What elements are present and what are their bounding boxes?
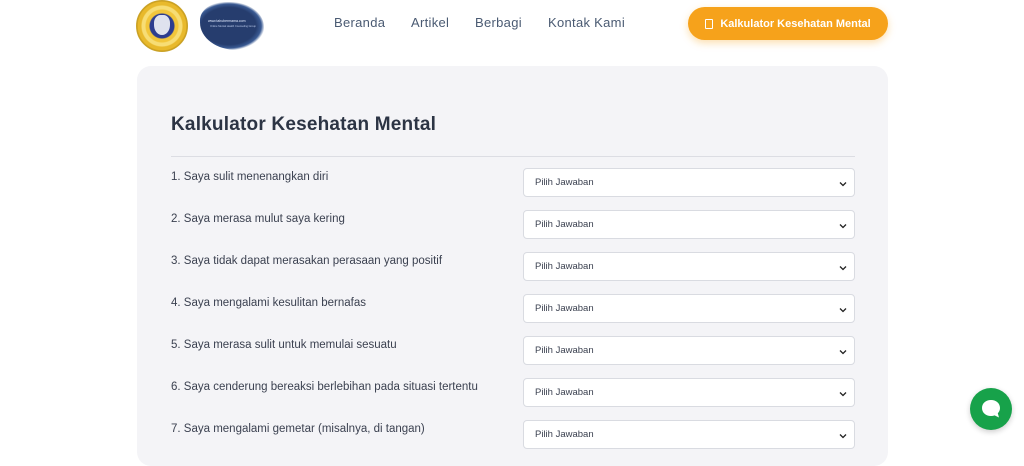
question-label: 3. Saya tidak dapat merasakan perasaan y… — [171, 255, 443, 267]
answer-select-value: Pilih Jawaban — [535, 387, 594, 398]
nav-link-berbagi[interactable]: Berbagi — [475, 15, 522, 30]
brand-logo[interactable]: www.tahubermama.com Online Mental Health… — [200, 2, 264, 50]
question-row: 7. Saya mengalami gemetar (misalnya, di … — [171, 420, 855, 452]
question-label: 1. Saya sulit menenangkan diri — [171, 171, 329, 183]
question-row: 1. Saya sulit menenangkan diri Pilih Jaw… — [171, 168, 855, 200]
title-divider — [171, 156, 855, 157]
chevron-down-icon — [839, 266, 847, 271]
chat-button[interactable] — [970, 388, 1012, 430]
nav-link-beranda[interactable]: Beranda — [334, 15, 385, 30]
answer-select[interactable]: Pilih Jawaban — [523, 294, 855, 323]
nav-link-kontak-kami[interactable]: Kontak Kami — [548, 15, 625, 30]
chevron-down-icon — [839, 182, 847, 187]
chevron-down-icon — [839, 224, 847, 229]
answer-select-value: Pilih Jawaban — [535, 219, 594, 230]
chevron-down-icon — [839, 308, 847, 313]
answer-select[interactable]: Pilih Jawaban — [523, 252, 855, 281]
university-logo[interactable] — [136, 0, 188, 52]
answer-select-value: Pilih Jawaban — [535, 177, 594, 188]
answer-select[interactable]: Pilih Jawaban — [523, 420, 855, 449]
question-label: 7. Saya mengalami gemetar (misalnya, di … — [171, 423, 425, 435]
question-label: 5. Saya merasa sulit untuk memulai sesua… — [171, 339, 397, 351]
answer-select[interactable]: Pilih Jawaban — [523, 168, 855, 197]
question-row: 2. Saya merasa mulut saya kering Pilih J… — [171, 210, 855, 242]
page-title: Kalkulator Kesehatan Mental — [171, 114, 437, 135]
answer-select-value: Pilih Jawaban — [535, 345, 594, 356]
site-header: www.tahubermama.com Online Mental Health… — [0, 0, 1024, 56]
answer-select[interactable]: Pilih Jawaban — [523, 210, 855, 239]
question-label: 6. Saya cenderung bereaksi berlebihan pa… — [171, 381, 478, 393]
chat-bubble-icon — [982, 400, 1000, 418]
chevron-down-icon — [839, 350, 847, 355]
answer-select-value: Pilih Jawaban — [535, 261, 594, 272]
chevron-down-icon — [839, 392, 847, 397]
answer-select-value: Pilih Jawaban — [535, 303, 594, 314]
question-row: 6. Saya cenderung bereaksi berlebihan pa… — [171, 378, 855, 410]
question-row: 5. Saya merasa sulit untuk memulai sesua… — [171, 336, 855, 368]
calculator-card: Kalkulator Kesehatan Mental 1. Saya suli… — [137, 66, 888, 466]
brand-logo-subtext: Online Mental Health Counseling Group — [210, 25, 256, 28]
calculator-cta-button[interactable]: Kalkulator Kesehatan Mental — [688, 7, 888, 40]
document-icon — [705, 18, 714, 29]
question-label: 2. Saya merasa mulut saya kering — [171, 213, 345, 225]
answer-select[interactable]: Pilih Jawaban — [523, 378, 855, 407]
answer-select-value: Pilih Jawaban — [535, 429, 594, 440]
brand-logo-text: www.tahubermama.com — [208, 19, 246, 23]
answer-select[interactable]: Pilih Jawaban — [523, 336, 855, 365]
nav-link-artikel[interactable]: Artikel — [411, 15, 449, 30]
calculator-cta-label: Kalkulator Kesehatan Mental — [720, 17, 871, 30]
question-row: 3. Saya tidak dapat merasakan perasaan y… — [171, 252, 855, 284]
question-row: 4. Saya mengalami kesulitan bernafas Pil… — [171, 294, 855, 326]
question-label: 4. Saya mengalami kesulitan bernafas — [171, 297, 366, 309]
